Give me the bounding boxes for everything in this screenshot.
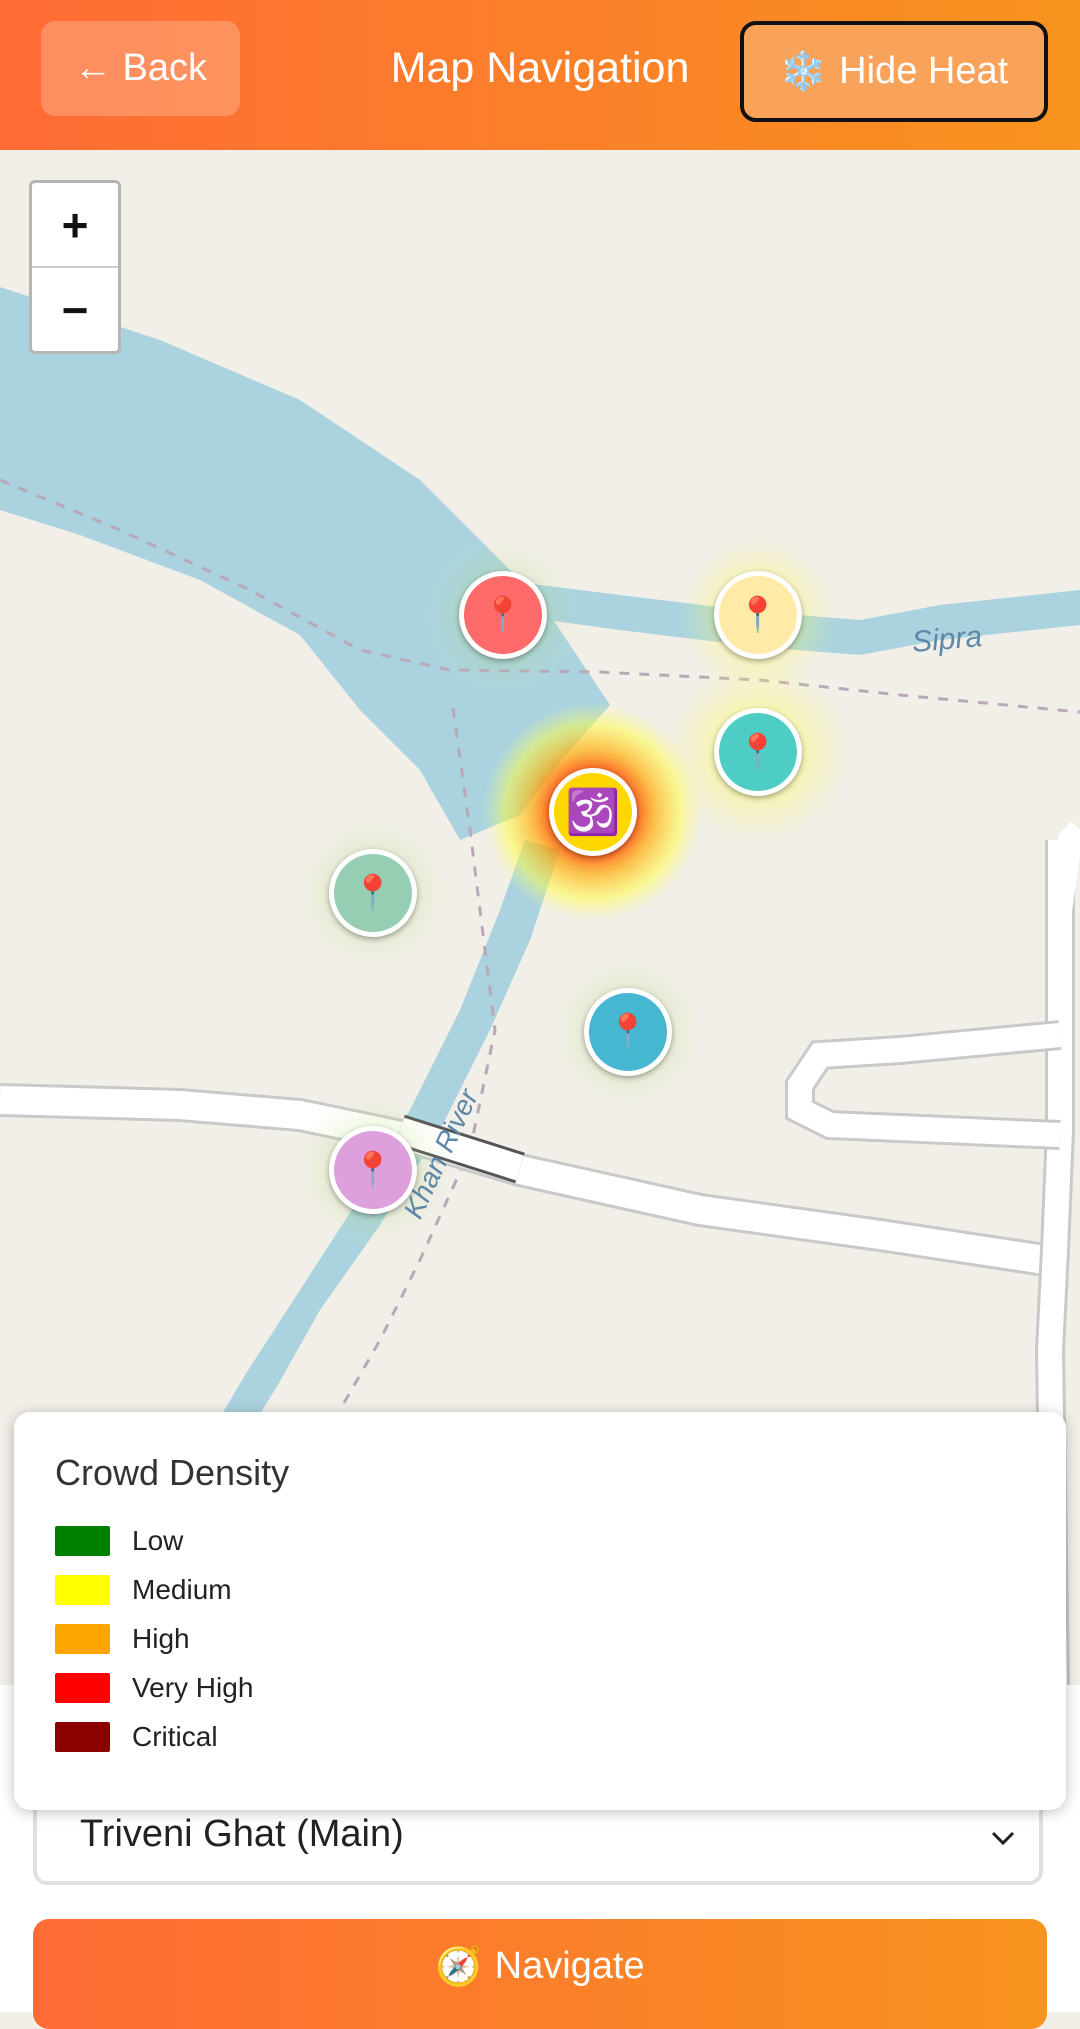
compass-icon: 🧭 <box>435 1946 483 1988</box>
triveni-ghat-marker[interactable]: 🕉️ <box>549 768 637 856</box>
legend-label: Critical <box>132 1721 218 1752</box>
location-marker-2[interactable]: 📍 <box>714 571 802 659</box>
legend-swatch <box>55 1624 110 1654</box>
navigate-button[interactable]: 🧭 Navigate <box>33 1919 1047 2029</box>
pin-icon: 📍 <box>736 596 780 634</box>
pin-icon: 📍 <box>351 874 395 912</box>
hide-heat-button[interactable]: ❄️ Hide Heat <box>740 21 1048 122</box>
legend-swatch <box>55 1722 110 1752</box>
snowflake-icon: ❄️ <box>779 50 828 93</box>
legend-label: Very High <box>132 1672 254 1703</box>
river-label-sipra: Sipra <box>910 620 984 659</box>
legend-swatch <box>55 1575 110 1605</box>
legend-item-medium: Medium <box>55 1574 232 1606</box>
pin-icon: 📍 <box>481 596 525 634</box>
zoom-in-button[interactable]: + <box>32 183 118 268</box>
legend-item-high: High <box>55 1623 190 1655</box>
legend-item-critical: Critical <box>55 1721 218 1753</box>
back-button[interactable]: ← Back <box>41 21 240 116</box>
legend-item-low: Low <box>55 1525 183 1557</box>
location-marker-6[interactable]: 📍 <box>329 1126 417 1214</box>
pin-icon: 📍 <box>606 1013 650 1051</box>
location-marker-5[interactable]: 📍 <box>584 988 672 1076</box>
crowd-density-legend: Crowd Density Low Medium High Very High … <box>14 1412 1066 1810</box>
zoom-control: + − <box>29 180 121 354</box>
destination-selected-value: Triveni Ghat (Main) <box>80 1813 404 1855</box>
legend-label: High <box>132 1623 190 1654</box>
legend-title: Crowd Density <box>55 1452 290 1493</box>
legend-item-very-high: Very High <box>55 1672 253 1704</box>
hide-heat-label: Hide Heat <box>839 50 1009 92</box>
pin-icon: 📍 <box>351 1151 395 1189</box>
om-icon: 🕉️ <box>565 788 621 837</box>
pin-icon: 📍 <box>736 733 780 771</box>
legend-label: Low <box>132 1525 184 1556</box>
legend-label: Medium <box>132 1574 232 1605</box>
location-marker-4[interactable]: 📍 <box>329 849 417 937</box>
navigate-label: Navigate <box>494 1945 645 1987</box>
location-marker-3[interactable]: 📍 <box>714 708 802 796</box>
chevron-down-icon <box>991 1831 1015 1846</box>
app-header: ← Back Map Navigation ❄️ Hide Heat <box>0 0 1080 150</box>
legend-swatch <box>55 1526 110 1556</box>
zoom-out-button[interactable]: − <box>32 268 118 351</box>
legend-swatch <box>55 1673 110 1703</box>
location-marker-1[interactable]: 📍 <box>459 571 547 659</box>
